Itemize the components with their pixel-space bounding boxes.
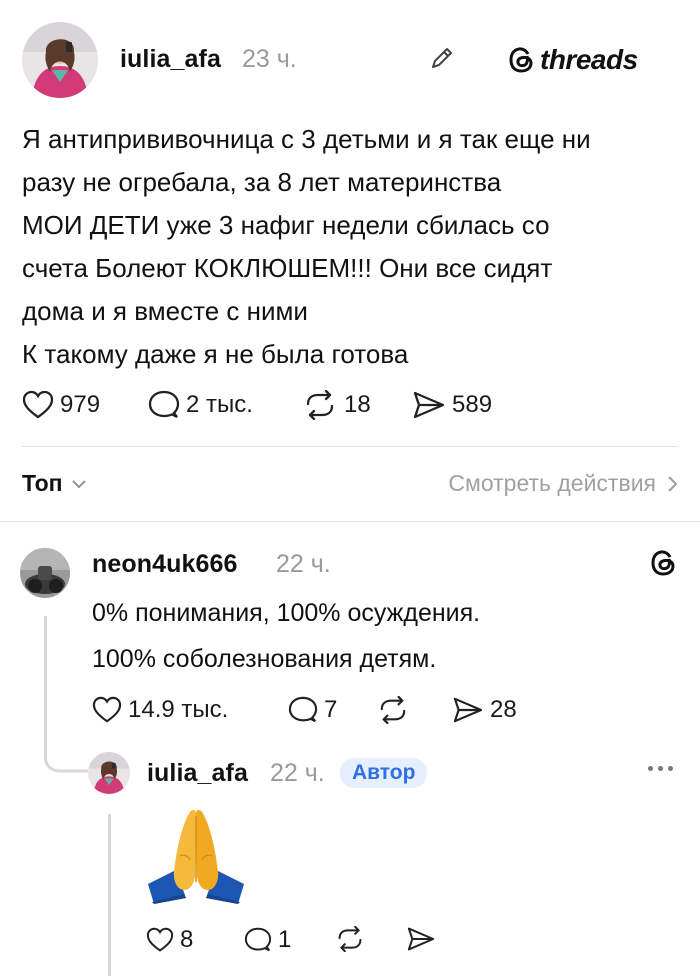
avatar-image <box>88 752 130 794</box>
comment-share-button[interactable]: 28 <box>452 696 517 724</box>
comment-author-name[interactable]: neon4uk666 <box>92 550 238 579</box>
sort-divider <box>0 521 700 522</box>
edit-icon[interactable] <box>428 44 456 72</box>
post-reply-button[interactable]: 2 тыс. <box>148 390 253 420</box>
comment-reply-count: 7 <box>324 696 338 723</box>
author-badge: Автор <box>340 758 428 788</box>
post-line: дома и я вместе с ними <box>22 296 308 326</box>
post-repost-button[interactable]: 18 <box>302 390 371 420</box>
view-activity-link[interactable]: Смотреть действия <box>448 470 678 497</box>
reply-author-name[interactable]: iulia_afa <box>147 759 248 788</box>
avatar-image <box>22 22 98 98</box>
more-options-icon[interactable] <box>648 766 673 771</box>
heart-icon <box>92 696 122 723</box>
post-body: Я антипрививочница с 3 детьми и я так ещ… <box>22 118 692 376</box>
repost-icon <box>306 390 334 420</box>
send-icon <box>453 697 483 723</box>
reply-thread-line <box>108 814 111 976</box>
post-repost-count: 18 <box>344 391 371 418</box>
chevron-right-icon <box>668 475 678 492</box>
comment-line: 100% соболезнования детям. <box>92 645 437 673</box>
comment-like-count: 14.9 тыс. <box>128 696 229 723</box>
reply-share-button[interactable] <box>406 926 436 952</box>
repost-icon <box>380 696 406 724</box>
reply-like-count: 8 <box>180 926 194 953</box>
post-line: К такому даже я не была готова <box>22 339 409 369</box>
sort-dropdown[interactable]: Топ <box>22 470 87 497</box>
post-reply-count: 2 тыс. <box>186 391 253 418</box>
post-line: разу не огребала, за 8 лет материнства <box>22 167 502 197</box>
reply-reply-button[interactable]: 1 <box>244 926 291 954</box>
comment-repost-button[interactable] <box>376 696 410 724</box>
commenter-avatar[interactable] <box>20 548 70 598</box>
comment-share-count: 28 <box>490 696 517 723</box>
post-divider <box>22 446 678 447</box>
comment-icon <box>288 696 318 723</box>
send-icon <box>413 391 445 419</box>
reply-reply-count: 1 <box>278 926 292 953</box>
comment-icon <box>244 927 272 952</box>
folded-hands-emoji <box>148 809 244 904</box>
comment-thread-line <box>44 616 47 756</box>
post-time: 23 ч. <box>242 45 297 73</box>
comment-line: 0% понимания, 100% осуждения. <box>92 599 481 627</box>
threads-wordmark: threads <box>540 44 638 75</box>
send-icon <box>407 927 435 951</box>
reply-time: 22 ч. <box>270 759 325 787</box>
post-line: счета Болеют КОКЛЮШЕМ!!! Они все сидят <box>22 253 553 283</box>
heart-icon <box>146 927 174 952</box>
comment-icon <box>148 390 180 419</box>
thread-connector <box>44 740 88 773</box>
post-author-name[interactable]: iulia_afa <box>120 45 221 74</box>
threads-logo: threads <box>508 44 638 76</box>
post-share-count: 589 <box>452 391 493 418</box>
heart-icon <box>22 390 54 419</box>
comment-reply-button[interactable]: 7 <box>288 696 337 724</box>
avatar-image <box>20 548 70 598</box>
post-like-count: 979 <box>60 391 101 418</box>
view-activity-label: Смотреть действия <box>448 470 656 496</box>
post-like-button[interactable]: 979 <box>22 390 100 420</box>
reply-like-button[interactable]: 8 <box>146 926 193 954</box>
reply-author-avatar[interactable] <box>88 752 130 794</box>
threads-icon[interactable] <box>650 548 678 583</box>
post-line: Я антипрививочница с 3 детьми и я так ещ… <box>22 124 591 154</box>
threads-logo-icon <box>509 47 533 73</box>
repost-icon <box>338 926 362 952</box>
author-avatar[interactable] <box>22 22 98 98</box>
post-share-button[interactable]: 589 <box>412 390 492 420</box>
chevron-down-icon <box>71 479 86 488</box>
sort-label: Топ <box>22 470 63 496</box>
comment-time: 22 ч. <box>276 550 331 578</box>
post-line: МОИ ДЕТИ уже 3 нафиг недели сбилась со <box>22 210 550 240</box>
comment-like-button[interactable]: 14.9 тыс. <box>92 696 228 724</box>
reply-repost-button[interactable] <box>334 926 366 952</box>
